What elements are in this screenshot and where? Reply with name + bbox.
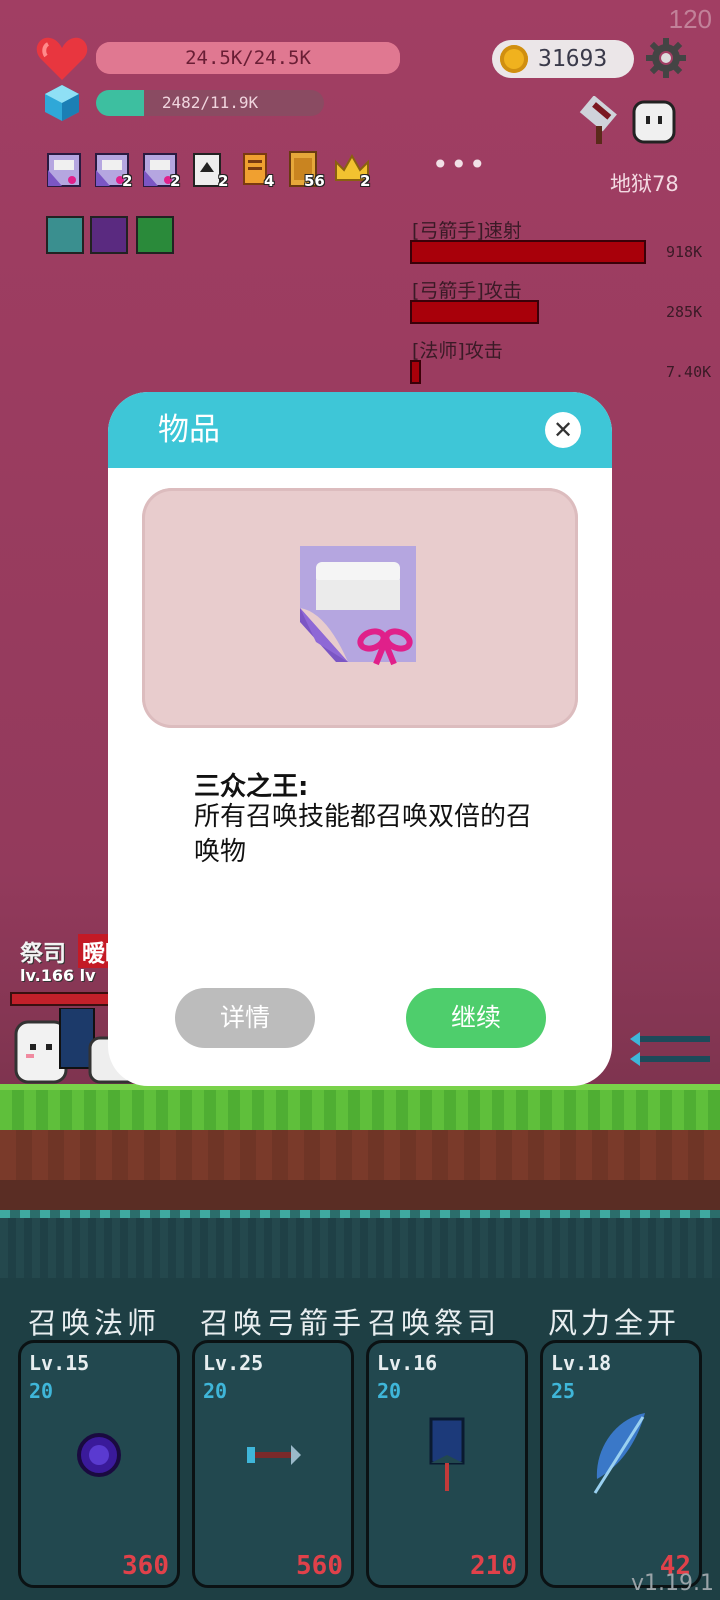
version-label: v1.19.1 [631, 1571, 714, 1596]
summon-scroll-icon [47, 153, 81, 187]
arrow-icon [247, 1445, 301, 1465]
skill-cooldown: 360 [122, 1551, 169, 1581]
grass-ground [0, 1090, 720, 1130]
gem-icon [45, 85, 79, 121]
inventory-item[interactable]: 2 [92, 150, 132, 190]
hell-level-label: 地狱78 [610, 172, 679, 196]
inventory-item[interactable]: 2 [140, 150, 180, 190]
damage-value: 918K [666, 243, 703, 261]
coin-icon [500, 45, 528, 73]
dialog-title: 物品 [158, 412, 220, 448]
skill-card-full-wind[interactable]: Lv.18 25 42 [540, 1340, 702, 1588]
hp-bar: 24.5K/24.5K [96, 42, 400, 74]
fps-counter: 120 [668, 4, 712, 34]
dialog-header: 物品 ✕ [108, 392, 612, 468]
inventory-item[interactable]: 56 [284, 150, 325, 190]
damage-label: [法师]攻击 [412, 340, 503, 362]
damage-value: 285K [666, 303, 703, 321]
item-name: 三众之王: [194, 772, 309, 802]
coin-amount: 31693 [538, 46, 608, 72]
character-name: 祭司 [20, 941, 66, 967]
skill-title: 召唤弓箭手 [200, 1306, 366, 1340]
feather-icon [593, 1413, 645, 1494]
skill-level: Lv.18 [551, 1351, 612, 1375]
inventory-item[interactable]: 4 [236, 150, 276, 190]
banner-icon [429, 1417, 465, 1491]
skill-cooldown: 210 [470, 1551, 517, 1581]
item-image-frame [142, 488, 578, 728]
coin-counter: 31693 [492, 40, 634, 78]
heart-icon [36, 37, 88, 80]
skill-cost: 20 [203, 1379, 228, 1403]
close-button[interactable]: ✕ [545, 412, 581, 448]
inventory-count: 4 [264, 172, 275, 190]
inventory-item[interactable]: 2 [188, 150, 228, 190]
xp-text: 2482/11.9K [161, 93, 259, 112]
panel-pattern [0, 1218, 720, 1278]
inventory-item[interactable]: 2 [332, 150, 372, 190]
more-button[interactable]: ••• [432, 148, 488, 181]
skill-title: 召唤法师 [28, 1306, 161, 1340]
details-button[interactable]: 详情 [175, 988, 315, 1048]
skill-level: Lv.25 [203, 1351, 264, 1375]
skill-level: Lv.16 [377, 1351, 438, 1375]
damage-label: [弓箭手]攻击 [412, 280, 522, 302]
skill-card-summon-archer[interactable]: Lv.25 20 560 [192, 1340, 354, 1588]
demon-buff-icon [90, 216, 128, 254]
damage-bar [410, 360, 421, 384]
summon-scroll-icon [300, 546, 416, 666]
dirt-shadow [0, 1180, 720, 1210]
continue-button[interactable]: 继续 [406, 988, 546, 1048]
skill-card-summon-priest[interactable]: Lv.16 20 210 [366, 1340, 528, 1588]
damage-value: 7.40K [666, 363, 712, 381]
skill-cost: 25 [551, 1379, 576, 1403]
character-hp-bar [10, 992, 114, 1006]
panel-strip [0, 1210, 720, 1218]
xp-bar: 2482/11.9K [96, 90, 324, 116]
character-level: lv.166 lv [20, 966, 96, 985]
skill-card-summon-mage[interactable]: Lv.15 20 360 [18, 1340, 180, 1588]
inventory-count: 56 [304, 172, 325, 190]
skill-level: Lv.15 [29, 1351, 90, 1375]
skill-title: 召唤祭司 [368, 1306, 501, 1340]
item-description: 所有召唤技能都召唤双倍的召唤物 [194, 802, 533, 867]
rune-buff-icon [136, 216, 174, 254]
lightbulb-buff-icon [46, 216, 84, 254]
damage-label: [弓箭手]速射 [412, 220, 522, 242]
inventory-count: 2 [170, 172, 181, 190]
gear-icon[interactable] [646, 38, 686, 78]
inventory-count: 2 [360, 172, 371, 190]
skill-cost: 20 [29, 1379, 54, 1403]
archer-arrows [630, 1032, 710, 1066]
damage-bar [410, 240, 646, 264]
skill-cost: 20 [377, 1379, 402, 1403]
ghost-icon[interactable] [630, 98, 678, 146]
skill-title: 风力全开 [548, 1306, 681, 1340]
skill-cooldown: 560 [296, 1551, 343, 1581]
hp-text: 24.5K/24.5K [185, 47, 311, 69]
inventory-count: 2 [218, 172, 229, 190]
inventory-count: 2 [122, 172, 133, 190]
dark-orb-icon [77, 1433, 121, 1477]
cleaver-icon[interactable] [574, 96, 626, 148]
inventory-item[interactable] [44, 150, 84, 190]
item-dialog: 物品 ✕ 三众之王: 所有召唤技能都召唤双倍的召唤物 详情 继续 [108, 392, 612, 1086]
damage-bar [410, 300, 539, 324]
